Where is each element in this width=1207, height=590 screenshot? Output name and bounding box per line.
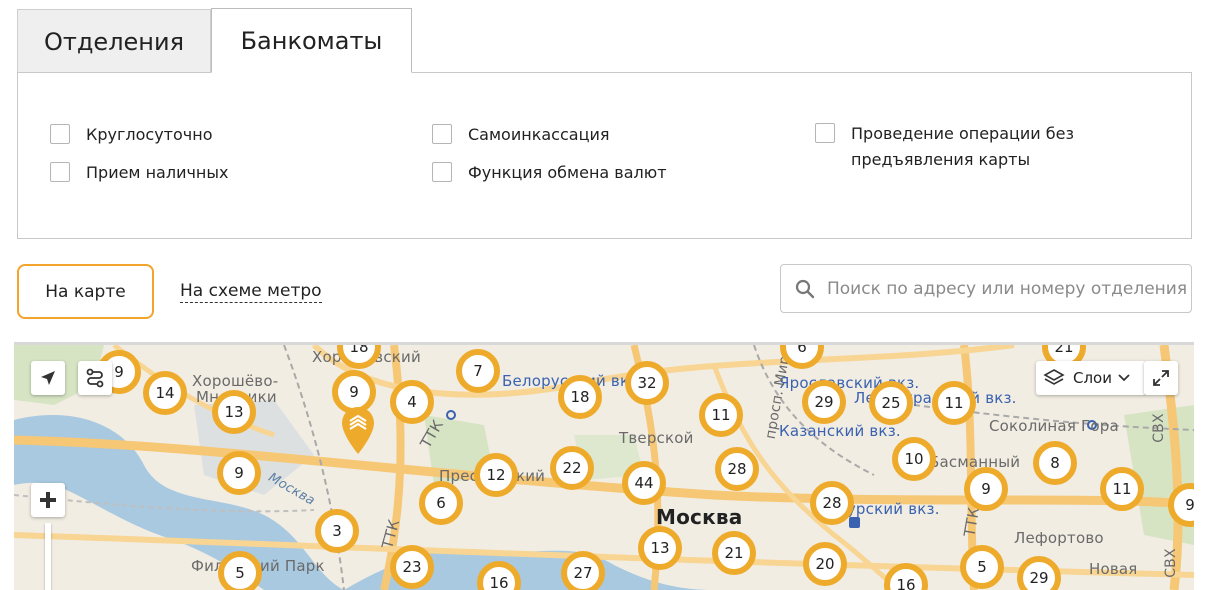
atm-cluster-marker[interactable]: 4	[390, 380, 434, 424]
map-label: Москва	[656, 505, 743, 529]
atm-cluster-marker[interactable]: 22	[550, 446, 594, 490]
atm-cluster-marker[interactable]: 7	[456, 349, 500, 393]
filter-label: Круглосуточно	[86, 125, 213, 144]
atm-cluster-marker[interactable]: 32	[625, 361, 669, 405]
checkbox[interactable]	[432, 124, 452, 144]
atm-cluster-marker[interactable]: 13	[212, 390, 256, 434]
atm-cluster-marker[interactable]: 28	[810, 481, 854, 525]
filter-label: Проведение операции без предъявления кар…	[851, 124, 1074, 169]
atm-cluster-marker[interactable]: 9	[217, 451, 261, 495]
atm-cluster-marker[interactable]: 18	[558, 375, 602, 419]
atm-cluster-marker[interactable]: 21	[712, 531, 756, 575]
atm-cluster-marker[interactable]: 12	[474, 453, 518, 497]
filter-panel: Круглосуточно Прием наличных Самоинкасса…	[17, 72, 1192, 239]
filter-self-collection[interactable]: Самоинкассация	[432, 122, 609, 148]
map-view-button[interactable]: На карте	[17, 264, 154, 319]
atm-cluster-marker[interactable]: 9	[964, 467, 1008, 511]
atm-cluster-marker[interactable]: 6	[419, 481, 463, 525]
filter-label: Функция обмена валют	[468, 163, 667, 182]
map-label: Соколиная Гора	[989, 417, 1119, 435]
atm-cluster-marker[interactable]: 3	[315, 509, 359, 553]
map-label: Басманный	[929, 453, 1021, 471]
atm-cluster-marker[interactable]: 27	[561, 551, 605, 590]
atm-cluster-marker[interactable]: 44	[622, 461, 666, 505]
layers-icon	[1043, 369, 1065, 385]
atm-cluster-marker[interactable]: 11	[699, 393, 743, 437]
map-label: Тверской	[619, 429, 694, 447]
atm-cluster-marker[interactable]: 25	[869, 381, 913, 425]
metro-scheme-link[interactable]: На схеме метро	[180, 280, 322, 303]
filter-no-card[interactable]: Проведение операции без предъявления кар…	[815, 121, 1075, 173]
expand-icon	[1153, 370, 1169, 386]
bank-placemark-icon[interactable]	[340, 405, 376, 455]
atm-cluster-marker[interactable]: 13	[638, 526, 682, 570]
search-input[interactable]	[825, 277, 1189, 300]
zoom-in-button[interactable]	[31, 483, 65, 517]
checkbox[interactable]	[50, 124, 70, 144]
filter-label: Самоинкассация	[468, 125, 610, 144]
navigation-arrow-icon	[41, 371, 55, 385]
layers-label: Слои	[1073, 369, 1112, 387]
atm-cluster-marker[interactable]: 5	[960, 545, 1004, 589]
chevron-down-icon	[1118, 374, 1130, 382]
checkbox[interactable]	[815, 123, 835, 143]
tab-atms[interactable]: Банкоматы	[211, 8, 412, 73]
atm-cluster-marker[interactable]: 20	[803, 542, 847, 586]
filter-round-clock[interactable]: Круглосуточно	[50, 122, 212, 148]
map-label: Новая	[1089, 560, 1138, 578]
atm-cluster-marker[interactable]: 8	[1033, 441, 1077, 485]
plus-icon	[40, 492, 56, 508]
atm-cluster-marker[interactable]: 10	[892, 437, 936, 481]
filter-label: Прием наличных	[86, 163, 229, 182]
route-icon	[86, 368, 104, 388]
atm-cluster-marker[interactable]: 5	[218, 551, 262, 590]
map[interactable]: Хорошевский Хорошёво- Мневники Белорусск…	[14, 342, 1194, 590]
zoom-slider[interactable]	[45, 523, 51, 590]
atm-cluster-marker[interactable]: 29	[802, 380, 846, 424]
filter-currency-exchange[interactable]: Функция обмена валют	[432, 160, 667, 186]
fullscreen-button[interactable]	[1144, 361, 1178, 395]
layers-button[interactable]: Слои	[1036, 361, 1146, 395]
map-label: СВХ	[1162, 548, 1179, 578]
filter-cash-in[interactable]: Прием наличных	[50, 160, 229, 186]
atm-cluster-marker[interactable]: 11	[1100, 467, 1144, 511]
geolocation-button[interactable]	[31, 361, 65, 395]
search-box	[780, 264, 1192, 313]
tab-branches[interactable]: Отделения	[17, 9, 211, 73]
atm-cluster-marker[interactable]: 11	[932, 381, 976, 425]
atm-cluster-marker[interactable]: 23	[390, 545, 434, 589]
checkbox[interactable]	[50, 162, 70, 182]
route-button[interactable]	[78, 361, 112, 395]
map-label: Лефортово	[1014, 529, 1104, 547]
atm-cluster-marker[interactable]: 28	[715, 447, 759, 491]
search-icon	[795, 279, 815, 298]
map-label: СВХ	[1150, 413, 1167, 443]
checkbox[interactable]	[432, 162, 452, 182]
atm-cluster-marker[interactable]: 14	[143, 371, 187, 415]
map-label: Казанский вкз.	[779, 422, 901, 440]
